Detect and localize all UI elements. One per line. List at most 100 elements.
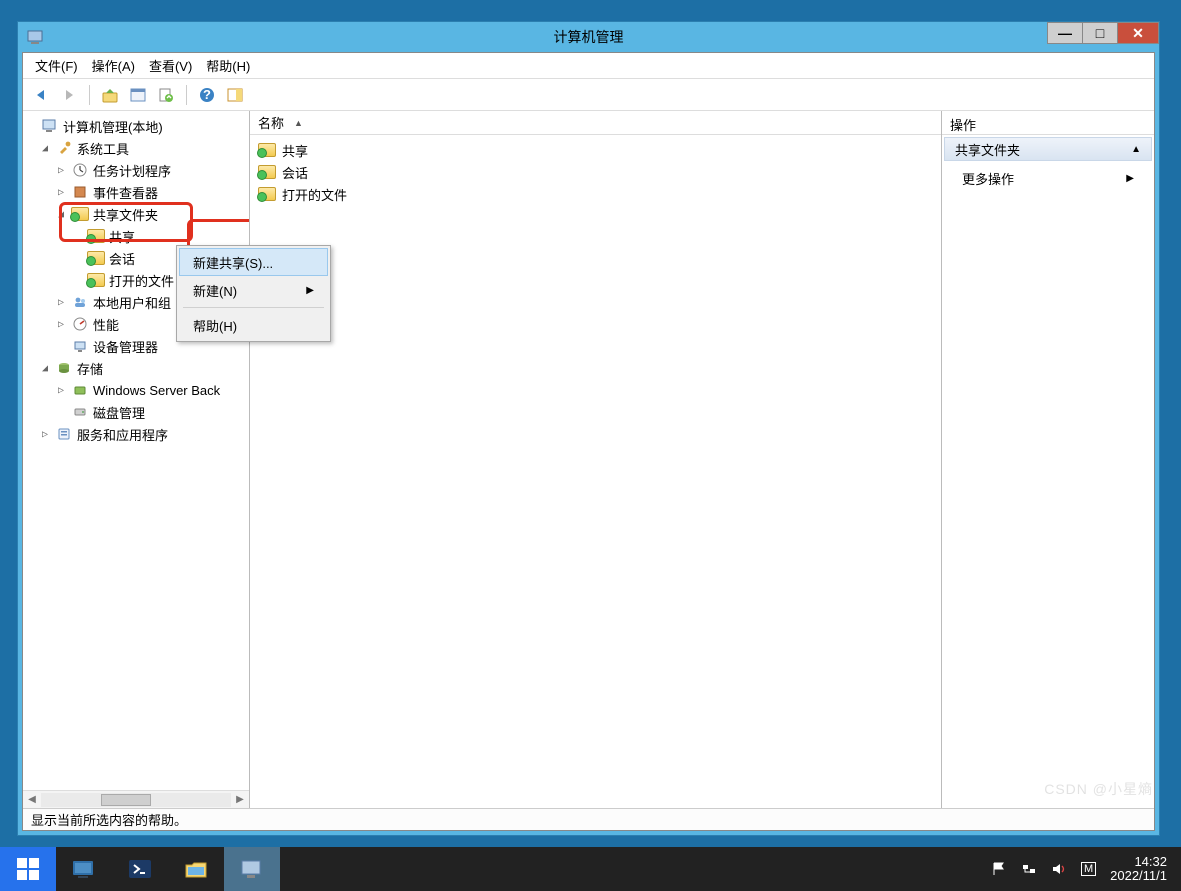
collapse-icon: ▲ <box>1131 144 1141 155</box>
menu-file[interactable]: 文件(F) <box>35 56 78 75</box>
minimize-button[interactable]: — <box>1047 22 1083 44</box>
actions-section-label: 共享文件夹 <box>955 140 1020 159</box>
disk-icon <box>71 404 89 420</box>
computer-icon <box>41 118 59 134</box>
menu-view[interactable]: 查看(V) <box>149 56 192 75</box>
folder-icon <box>87 250 105 266</box>
expander-icon[interactable]: ◢ <box>55 209 67 220</box>
tree-event-viewer[interactable]: 事件查看器 <box>93 183 158 202</box>
actions-more-label: 更多操作 <box>962 169 1014 188</box>
tree-system-tools[interactable]: 系统工具 <box>77 139 129 158</box>
scroll-track[interactable] <box>41 793 231 807</box>
folder-icon <box>87 272 105 288</box>
menu-label: 新建(N) <box>193 281 237 300</box>
start-button[interactable] <box>0 847 56 891</box>
up-button[interactable] <box>98 83 122 107</box>
toolbar-separator <box>89 85 90 105</box>
content-area: 计算机管理(本地) ◢ 系统工具 ▷ <box>23 111 1154 808</box>
tray-ime-icon[interactable]: M <box>1081 862 1096 876</box>
desktop-background: 计算机管理 — □ ✕ 文件(F) 操作(A) 查看(V) 帮助(H) <box>0 0 1181 847</box>
tree-root[interactable]: 计算机管理(本地) <box>63 117 163 136</box>
expander-icon[interactable]: ▷ <box>55 385 67 396</box>
expander-icon[interactable]: ▷ <box>55 319 67 330</box>
menu-separator <box>183 307 324 308</box>
list-item[interactable]: 会话 <box>256 161 935 183</box>
taskbar-powershell[interactable] <box>112 847 168 891</box>
help-button[interactable]: ? <box>195 83 219 107</box>
menu-new-share[interactable]: 新建共享(S)... <box>179 248 328 276</box>
expander-icon[interactable]: ▷ <box>39 429 51 440</box>
performance-icon <box>71 316 89 332</box>
windows-logo-icon <box>17 858 39 880</box>
tray-time: 14:32 <box>1110 855 1167 869</box>
menu-label: 新建共享(S)... <box>193 253 273 272</box>
tree-local-users[interactable]: 本地用户和组 <box>93 293 171 312</box>
list-item[interactable]: 共享 <box>256 139 935 161</box>
show-hide-pane-button[interactable] <box>223 83 247 107</box>
menu-action[interactable]: 操作(A) <box>92 56 135 75</box>
tree-windows-server-backup[interactable]: Windows Server Back <box>93 383 220 398</box>
window-controls: — □ ✕ <box>1048 22 1159 44</box>
refresh-button[interactable] <box>154 83 178 107</box>
list-label: 会话 <box>282 163 308 182</box>
tree-task-scheduler[interactable]: 任务计划程序 <box>93 161 171 180</box>
tree-shares[interactable]: 共享 <box>109 227 135 246</box>
list-label: 打开的文件 <box>282 185 347 204</box>
taskbar-server-manager[interactable] <box>56 847 112 891</box>
menubar: 文件(F) 操作(A) 查看(V) 帮助(H) <box>23 53 1154 79</box>
clock-icon <box>71 162 89 178</box>
column-header-row: 名称 ▲ <box>250 111 941 135</box>
tools-icon <box>55 140 73 156</box>
taskbar-computer-management[interactable] <box>224 847 280 891</box>
tree-device-manager[interactable]: 设备管理器 <box>93 337 158 356</box>
tray-volume-icon[interactable] <box>1051 861 1067 877</box>
expander-icon[interactable]: ▷ <box>55 165 67 176</box>
tree-shared-folders[interactable]: 共享文件夹 <box>93 205 158 224</box>
tray-flag-icon[interactable] <box>991 861 1007 877</box>
tree-panel: 计算机管理(本地) ◢ 系统工具 ▷ <box>23 111 250 808</box>
tree-services-apps[interactable]: 服务和应用程序 <box>77 425 168 444</box>
menu-label: 帮助(H) <box>193 316 237 335</box>
expander-icon[interactable]: ▷ <box>55 187 67 198</box>
list-body[interactable]: 共享 会话 打开的文件 <box>250 135 941 209</box>
maximize-button[interactable]: □ <box>1082 22 1118 44</box>
actions-panel: 操作 共享文件夹 ▲ 更多操作 ▶ <box>942 111 1154 808</box>
tray-network-icon[interactable] <box>1021 861 1037 877</box>
list-item[interactable]: 打开的文件 <box>256 183 935 205</box>
users-icon <box>71 294 89 310</box>
scroll-thumb[interactable] <box>101 794 151 806</box>
tree-sessions[interactable]: 会话 <box>109 249 135 268</box>
computer-management-window: 计算机管理 — □ ✕ 文件(F) 操作(A) 查看(V) 帮助(H) <box>17 21 1160 836</box>
tree-performance[interactable]: 性能 <box>93 315 119 334</box>
folder-icon <box>87 228 105 244</box>
tree-open-files[interactable]: 打开的文件 <box>109 271 174 290</box>
menu-new[interactable]: 新建(N)▶ <box>179 276 328 304</box>
taskbar[interactable]: M 14:32 2022/11/1 <box>0 847 1181 891</box>
actions-section-header[interactable]: 共享文件夹 ▲ <box>944 137 1152 161</box>
expander-icon[interactable]: ◢ <box>39 363 51 374</box>
toolbar-separator <box>186 85 187 105</box>
back-button[interactable] <box>29 83 53 107</box>
tray-clock[interactable]: 14:32 2022/11/1 <box>1110 855 1167 883</box>
column-header-name[interactable]: 名称 ▲ <box>258 113 303 132</box>
scroll-right-icon[interactable]: ▶ <box>231 794 249 805</box>
expander-icon[interactable]: ◢ <box>39 143 51 154</box>
close-button[interactable]: ✕ <box>1117 22 1159 44</box>
context-menu: 新建共享(S)... 新建(N)▶ 帮助(H) <box>176 245 331 342</box>
tree-storage[interactable]: 存储 <box>77 359 103 378</box>
app-icon <box>26 28 44 46</box>
tree-disk-management[interactable]: 磁盘管理 <box>93 403 145 422</box>
properties-button[interactable] <box>126 83 150 107</box>
tray-date: 2022/11/1 <box>1110 869 1167 883</box>
status-text: 显示当前所选内容的帮助。 <box>31 810 187 829</box>
horizontal-scrollbar[interactable]: ◀ ▶ <box>23 790 249 808</box>
folder-icon <box>258 165 276 179</box>
taskbar-explorer[interactable] <box>168 847 224 891</box>
titlebar[interactable]: 计算机管理 — □ ✕ <box>18 22 1159 52</box>
actions-more-link[interactable]: 更多操作 ▶ <box>942 163 1154 194</box>
menu-help[interactable]: 帮助(H) <box>206 56 250 75</box>
forward-button[interactable] <box>57 83 81 107</box>
menu-help[interactable]: 帮助(H) <box>179 311 328 339</box>
scroll-left-icon[interactable]: ◀ <box>23 794 41 805</box>
expander-icon[interactable]: ▷ <box>55 297 67 308</box>
